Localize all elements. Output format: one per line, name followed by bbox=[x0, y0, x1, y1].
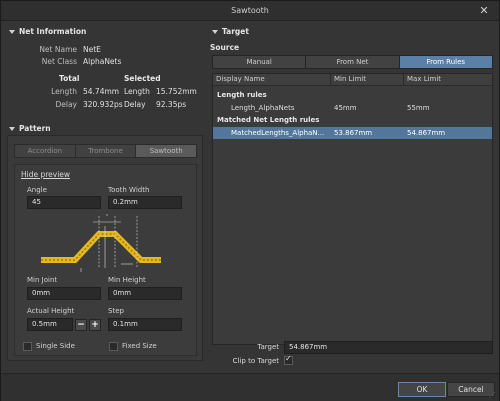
total-length-label: Length bbox=[51, 87, 77, 96]
close-icon[interactable]: ✕ bbox=[477, 4, 491, 18]
tab-sawtooth[interactable]: Sawtooth bbox=[136, 145, 197, 157]
fixed-size-label: Fixed Size bbox=[122, 342, 157, 350]
total-delay-value: 320.932ps bbox=[83, 100, 123, 109]
selected-length-label: Length bbox=[124, 87, 150, 96]
increase-height-button[interactable]: + bbox=[89, 319, 101, 331]
decrease-height-button[interactable]: − bbox=[75, 319, 87, 331]
pattern-header[interactable]: Pattern bbox=[9, 124, 51, 133]
collapse-triangle-icon bbox=[9, 30, 15, 34]
selected-delay-label: Delay bbox=[124, 100, 146, 109]
selected-delay-value: 92.35ps bbox=[156, 100, 187, 109]
pattern-settings: Hide preview Angle 45 Tooth Width 0.2mm … bbox=[14, 164, 197, 356]
net-name-value: NetE bbox=[83, 45, 101, 54]
total-length-value: 54.74mm bbox=[83, 87, 120, 96]
sawtooth-preview-icon bbox=[41, 214, 161, 272]
pattern-title: Pattern bbox=[19, 124, 51, 133]
target-title: Target bbox=[222, 27, 249, 36]
source-from-rules-tab[interactable]: From Rules bbox=[399, 56, 492, 68]
target-input[interactable]: 54.867mm bbox=[284, 341, 493, 354]
actual-height-input[interactable]: 0.5mm bbox=[27, 318, 73, 331]
target-panel: Source Manual From Net From Rules Displa… bbox=[210, 38, 496, 369]
min-height-input[interactable]: 0mm bbox=[108, 287, 182, 300]
total-header: Total bbox=[59, 74, 80, 83]
source-from-net-tab[interactable]: From Net bbox=[306, 56, 400, 68]
row-max-limit: 55mm bbox=[407, 104, 430, 112]
collapse-triangle-icon bbox=[9, 127, 15, 131]
pattern-panel: Accordion Trombone Sawtooth Hide preview… bbox=[7, 135, 203, 361]
net-name-label: Net Name bbox=[39, 45, 77, 54]
hide-preview-link[interactable]: Hide preview bbox=[21, 170, 70, 179]
sawtooth-dialog: Sawtooth ✕ Net Information Net Name NetE… bbox=[0, 0, 500, 401]
source-selector: Manual From Net From Rules bbox=[212, 55, 493, 69]
row-min-limit: 45mm bbox=[334, 104, 357, 112]
total-delay-label: Delay bbox=[55, 100, 77, 109]
target-header[interactable]: Target bbox=[212, 27, 249, 36]
row-max-limit: 54.867mm bbox=[407, 129, 446, 137]
net-class-value: AlphaNets bbox=[83, 57, 122, 66]
ok-button[interactable]: OK bbox=[398, 382, 446, 397]
resize-grip-icon[interactable]: ⋰ bbox=[489, 391, 497, 399]
tooth-width-label: Tooth Width bbox=[108, 186, 150, 194]
table-row-selected[interactable]: MatchedLengths_AlphaN... 53.867mm 54.867… bbox=[213, 127, 492, 139]
net-information-header[interactable]: Net Information bbox=[9, 27, 86, 36]
cancel-button[interactable]: Cancel bbox=[447, 382, 495, 397]
tab-accordion[interactable]: Accordion bbox=[15, 145, 76, 157]
selected-length-value: 15.752mm bbox=[156, 87, 197, 96]
collapse-triangle-icon bbox=[212, 30, 218, 34]
rules-table: Display Name Min Limit Max Limit Length … bbox=[212, 73, 493, 345]
row-display-name: Length_AlphaNets bbox=[231, 104, 295, 112]
net-class-label: Net Class bbox=[41, 57, 77, 66]
source-label: Source bbox=[210, 43, 240, 52]
step-input[interactable]: 0.1mm bbox=[108, 318, 182, 331]
title-bar: Sawtooth ✕ bbox=[1, 1, 499, 21]
net-information-panel: Net Name NetE Net Class AlphaNets Total … bbox=[7, 38, 203, 118]
min-height-label: Min Height bbox=[108, 276, 146, 284]
table-header: Display Name Min Limit Max Limit bbox=[213, 74, 492, 86]
column-display-name[interactable]: Display Name bbox=[213, 74, 331, 86]
min-joint-input[interactable]: 0mm bbox=[27, 287, 101, 300]
min-joint-label: Min Joint bbox=[27, 276, 58, 284]
single-side-label: Single Side bbox=[36, 342, 75, 350]
actual-height-label: Actual Height bbox=[27, 307, 75, 315]
clip-to-target-label: Clip to Target bbox=[232, 357, 279, 365]
angle-input[interactable]: 45 bbox=[27, 196, 101, 209]
tooth-width-input[interactable]: 0.2mm bbox=[108, 196, 182, 209]
column-min-limit[interactable]: Min Limit bbox=[331, 74, 404, 86]
tab-trombone[interactable]: Trombone bbox=[75, 145, 137, 157]
target-label: Target bbox=[257, 343, 279, 351]
pattern-type-selector: Accordion Trombone Sawtooth bbox=[14, 144, 197, 158]
group-length-rules: Length rules bbox=[217, 91, 267, 99]
group-matched-net-length-rules: Matched Net Length rules bbox=[217, 116, 320, 124]
column-max-limit[interactable]: Max Limit bbox=[404, 74, 492, 86]
net-information-title: Net Information bbox=[19, 27, 87, 36]
row-display-name: MatchedLengths_AlphaN... bbox=[231, 129, 325, 137]
row-min-limit: 53.867mm bbox=[334, 129, 373, 137]
dialog-title: Sawtooth bbox=[231, 6, 269, 15]
fixed-size-checkbox[interactable] bbox=[109, 342, 118, 351]
clip-to-target-checkbox[interactable] bbox=[284, 354, 293, 365]
dialog-footer: OK Cancel ⋰ bbox=[1, 373, 499, 401]
source-manual-tab[interactable]: Manual bbox=[213, 56, 307, 68]
step-label: Step bbox=[108, 307, 124, 315]
single-side-checkbox[interactable] bbox=[23, 342, 32, 351]
angle-label: Angle bbox=[27, 186, 47, 194]
selected-header: Selected bbox=[124, 74, 161, 83]
